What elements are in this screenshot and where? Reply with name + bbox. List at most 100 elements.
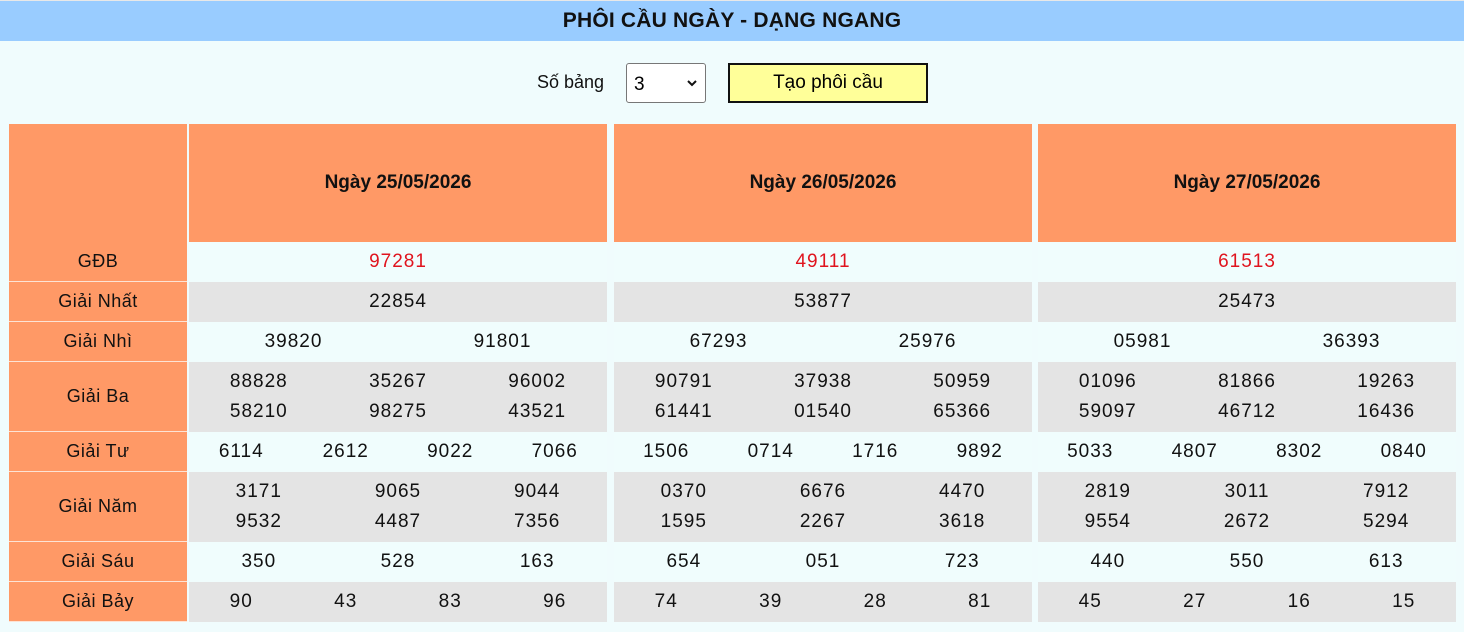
prize-number: 0840: [1380, 441, 1427, 462]
create-button[interactable]: Tạo phôi cầu: [728, 63, 928, 103]
result-table-1: Ngày 25/05/2026 97281 22854 39820 91801 88828…: [189, 124, 607, 622]
prize-number: 350: [241, 551, 277, 572]
prize-number: 96002: [508, 371, 567, 392]
prize-number: 16436: [1357, 401, 1416, 422]
prize-number: 37938: [794, 371, 852, 392]
row-giai-nam: 3171 9065 9044 9532 4487 7356: [189, 472, 607, 542]
prize-number: 1506: [643, 441, 690, 462]
prize-number: 2672: [1223, 511, 1271, 532]
prize-number: 9022: [427, 441, 474, 462]
prize-number: 3011: [1224, 481, 1270, 502]
table-count-label: Số bảng: [537, 72, 605, 92]
row-gdb: 97281: [189, 242, 607, 282]
row-giai-nhi: 67293 25976: [614, 322, 1032, 362]
table-date-header: Ngày 25/05/2026: [189, 124, 607, 242]
prize-number: 88828: [229, 371, 288, 392]
prize-number: 49111: [795, 251, 851, 272]
row-label-giai-tu: Giải Tư: [9, 432, 187, 472]
prize-number: 4487: [374, 511, 422, 532]
prize-number: 39820: [264, 331, 323, 352]
prize-number: 25473: [1218, 291, 1276, 312]
row-label-giai-nhi: Giải Nhì: [9, 322, 187, 362]
prize-number: 81: [968, 591, 992, 612]
prize-number: 43521: [508, 401, 567, 422]
prize-number: 440: [1090, 551, 1126, 572]
row-giai-nhat: 53877: [614, 282, 1032, 322]
row-label-giai-bay: Giải Bảy: [9, 582, 187, 622]
page-title: PHÔI CẦU NGÀY - DẠNG NGANG: [562, 9, 902, 32]
prize-number: 81866: [1218, 371, 1276, 392]
prize-number: 7356: [514, 511, 561, 532]
prize-number: 1595: [660, 511, 707, 532]
row-giai-nhi: 05981 36393: [1038, 322, 1456, 362]
row-label-giai-nam: Giải Năm: [9, 472, 187, 542]
row-giai-sau: 350 528 163: [189, 542, 607, 582]
prize-number: 59097: [1078, 401, 1137, 422]
prize-number: 3171: [235, 481, 282, 502]
row-giai-nam: 2819 3011 7912 9554 2672 5294: [1038, 472, 1456, 542]
prize-number: 61513: [1218, 251, 1276, 272]
prize-number: 01096: [1078, 371, 1137, 392]
row-giai-bay: 45 27 16 15: [1038, 582, 1456, 622]
prize-number: 65366: [933, 401, 992, 422]
chevron-down-icon: [687, 80, 697, 87]
row-label-giai-nhat: Giải Nhất: [9, 282, 187, 322]
prize-number: 97281: [369, 251, 427, 272]
prize-number: 051: [805, 551, 841, 572]
row-giai-ba: 01096 81866 19263 59097 46712 16436: [1038, 362, 1456, 432]
prize-number: 7066: [531, 441, 578, 462]
prize-number: 45: [1078, 591, 1102, 612]
row-label-giai-ba: Giải Ba: [9, 362, 187, 432]
prize-number: 15: [1392, 591, 1416, 612]
prize-number: 2267: [799, 511, 847, 532]
prize-number: 5294: [1363, 511, 1410, 532]
row-giai-nam: 0370 6676 4470 1595 2267 3618: [614, 472, 1032, 542]
table-count-value: 3: [634, 74, 645, 95]
row-gdb: 61513: [1038, 242, 1456, 282]
prize-number: 528: [380, 551, 416, 572]
prize-number: 6676: [799, 481, 847, 502]
prize-number: 4807: [1171, 441, 1218, 462]
prize-number: 654: [666, 551, 702, 572]
prize-number: 9554: [1084, 511, 1131, 532]
prize-number: 36393: [1322, 331, 1381, 352]
prize-number: 5033: [1067, 441, 1114, 462]
prize-number: 0714: [747, 441, 794, 462]
page-header: PHÔI CẦU NGÀY - DẠNG NGANG: [0, 0, 1464, 41]
prize-number: 6114: [218, 441, 264, 462]
prize-number: 91801: [473, 331, 532, 352]
prize-number: 74: [654, 591, 678, 612]
controls-bar: Số bảng 3 Tạo phôi cầu: [0, 62, 1464, 103]
result-table-3: Ngày 27/05/2026 61513 25473 05981 36393 01096…: [1038, 124, 1456, 622]
prize-number: 3618: [939, 511, 986, 532]
row-giai-bay: 90 43 83 96: [189, 582, 607, 622]
prize-number: 05981: [1113, 331, 1172, 352]
prize-number: 01540: [794, 401, 852, 422]
prize-number: 163: [519, 551, 555, 572]
prize-number: 8302: [1276, 441, 1323, 462]
row-gdb: 49111: [614, 242, 1032, 282]
prize-number: 53877: [794, 291, 852, 312]
prize-number: 723: [944, 551, 980, 572]
prize-number: 0370: [660, 481, 707, 502]
prize-number: 22854: [369, 291, 427, 312]
prize-number: 61441: [654, 401, 713, 422]
table-count-select[interactable]: 3: [626, 63, 706, 103]
prize-number: 9532: [235, 511, 282, 532]
row-giai-nhat: 22854: [189, 282, 607, 322]
prize-number: 9892: [956, 441, 1003, 462]
prize-number: 19263: [1357, 371, 1416, 392]
prize-number: 9065: [374, 481, 422, 502]
prize-number: 35267: [369, 371, 427, 392]
prize-number: 1716: [852, 441, 899, 462]
prize-number: 96: [543, 591, 567, 612]
row-giai-tu: 1506 0714 1716 9892: [614, 432, 1032, 472]
row-giai-tu: 5033 4807 8302 0840: [1038, 432, 1456, 472]
prize-number: 7912: [1363, 481, 1410, 502]
row-label-giai-sau: Giải Sáu: [9, 542, 187, 582]
row-giai-nhi: 39820 91801: [189, 322, 607, 362]
prize-number: 27: [1183, 591, 1207, 612]
prize-number: 9044: [514, 481, 561, 502]
table-date-header: Ngày 27/05/2026: [1038, 124, 1456, 242]
prize-number: 50959: [933, 371, 992, 392]
